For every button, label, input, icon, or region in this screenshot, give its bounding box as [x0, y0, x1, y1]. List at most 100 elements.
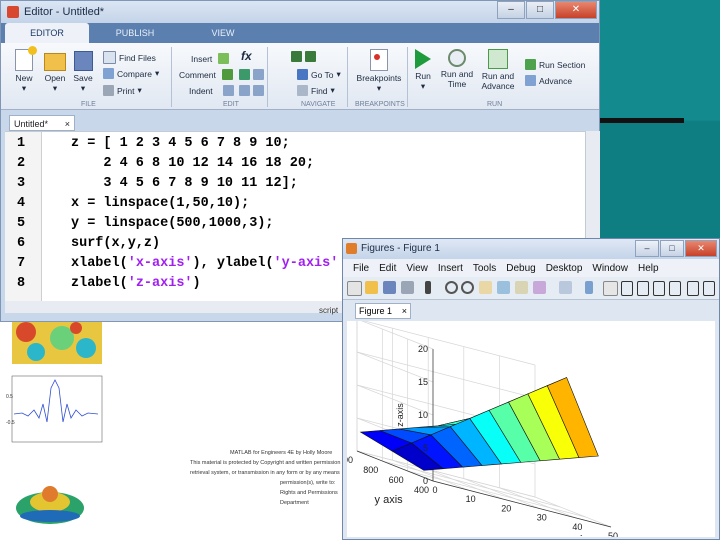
uncomment-button[interactable]	[239, 69, 267, 80]
group-divider	[267, 47, 268, 107]
layout-tile-icon[interactable]	[687, 281, 699, 296]
fx-button[interactable]: fx	[241, 49, 252, 63]
close-figure-tab-icon[interactable]: ×	[402, 304, 407, 319]
figure-titlebar[interactable]: Figures - Figure 1 – □ ✕	[343, 239, 719, 259]
code-string: 'z-axis'	[127, 276, 193, 291]
ribbon-group-labels: FILE EDIT NAVIGATE BREAKPOINTS RUN	[1, 101, 599, 111]
thumbnail-plots: 0.5 -0.5	[6, 320, 103, 524]
menu-debug[interactable]: Debug	[506, 263, 535, 274]
code-text: 2 4 6 8 10 12 14 16 18 20;	[71, 156, 314, 171]
surface-plot[interactable]: 05101520010203040504006008001000x-axisy …	[333, 318, 715, 542]
figure-maximize-button[interactable]: □	[660, 240, 684, 257]
layout-grid-icon[interactable]	[669, 281, 681, 296]
close-tab-icon[interactable]: ×	[65, 116, 70, 132]
rotate-3d-icon[interactable]	[497, 281, 510, 294]
new-figure-icon[interactable]	[347, 281, 362, 296]
find-files-button[interactable]: Find Files	[103, 51, 156, 64]
insert-button[interactable]: Insert	[191, 53, 232, 64]
figure-minimize-button[interactable]: –	[635, 240, 659, 257]
figure-app-icon	[346, 243, 357, 254]
menu-help[interactable]: Help	[638, 263, 659, 274]
figure-tab[interactable]: Figure 1 ×	[355, 303, 411, 319]
print-button[interactable]: Print ▾	[103, 85, 142, 96]
find-files-icon	[103, 51, 116, 64]
comment-icon	[221, 69, 233, 80]
dock-icon[interactable]	[703, 281, 715, 296]
tab-view[interactable]: VIEW	[181, 23, 265, 43]
new-button[interactable]: New ▾	[11, 46, 37, 94]
file-type-label: script	[319, 306, 339, 315]
layout-vertical-icon[interactable]	[653, 281, 665, 296]
navigate-arrows[interactable]	[291, 51, 319, 62]
figure-window: Figures - Figure 1 – □ ✕ File Edit View …	[333, 238, 720, 542]
link-plot-icon[interactable]	[559, 281, 572, 294]
compare-button[interactable]: Compare ▾	[103, 68, 159, 79]
data-cursor-icon[interactable]	[515, 281, 528, 294]
file-tab-untitled[interactable]: Untitled* ×	[9, 115, 75, 131]
layout-horizontal-icon[interactable]	[637, 281, 649, 296]
chevron-down-icon: ▾	[137, 85, 142, 95]
pan-icon[interactable]	[479, 281, 492, 294]
y-axis-label: y axis	[375, 494, 404, 506]
advance-button[interactable]: Advance	[525, 75, 572, 86]
zoom-out-icon[interactable]	[461, 281, 474, 294]
run-and-time-button[interactable]: Run and Time	[439, 49, 475, 89]
menu-window[interactable]: Window	[592, 263, 628, 274]
close-button[interactable]: ✕	[555, 1, 597, 19]
brush-icon[interactable]	[533, 281, 546, 294]
go-to-icon	[297, 69, 308, 80]
open-file-icon[interactable]	[365, 281, 378, 294]
indent-button[interactable]: Indent	[189, 85, 237, 96]
breakpoints-button[interactable]: Breakpoints ▾	[351, 49, 407, 94]
x-tick-label: 50	[608, 531, 618, 537]
layout-single-icon[interactable]	[621, 281, 633, 296]
figure-close-button[interactable]: ✕	[685, 240, 717, 257]
back-arrow-icon	[291, 51, 302, 62]
tab-publish[interactable]: PUBLISH	[93, 23, 177, 43]
menu-desktop[interactable]: Desktop	[546, 263, 583, 274]
menu-edit[interactable]: Edit	[379, 263, 396, 274]
x-axis-line	[432, 480, 612, 528]
legend-icon[interactable]	[603, 281, 618, 296]
print-figure-icon[interactable]	[401, 281, 414, 294]
menu-tools[interactable]: Tools	[473, 263, 496, 274]
minimize-button[interactable]: –	[497, 1, 525, 19]
find-button[interactable]: Find ▾	[297, 85, 335, 96]
edit-plot-icon[interactable]	[425, 281, 431, 294]
line-number: 7	[17, 256, 26, 271]
code-string: 'y-axis'	[273, 256, 339, 271]
new-label: New	[15, 73, 33, 83]
figure-title: Figures - Figure 1	[361, 243, 440, 254]
outdent-button[interactable]	[239, 85, 267, 96]
code-text: zlabel('z-axis')	[71, 276, 201, 291]
tab-editor[interactable]: EDITOR	[5, 23, 89, 43]
comment-button[interactable]: Comment	[179, 69, 236, 80]
save-icon	[73, 51, 93, 71]
uncomment-icon	[239, 69, 250, 80]
run-and-advance-button[interactable]: Run and Advance	[479, 49, 517, 91]
menu-view[interactable]: View	[406, 263, 428, 274]
menu-insert[interactable]: Insert	[438, 263, 463, 274]
code-segment: )	[192, 276, 201, 291]
menu-file[interactable]: File	[353, 263, 369, 274]
run-button[interactable]: Run ▾	[411, 49, 435, 92]
go-to-button[interactable]: Go To ▾	[297, 69, 341, 80]
folder-icon	[44, 53, 66, 71]
zoom-in-icon[interactable]	[445, 281, 458, 294]
run-section-button[interactable]: Run Section	[525, 59, 585, 70]
new-file-icon	[15, 46, 37, 71]
save-button[interactable]: Save ▾	[71, 49, 95, 94]
comment-label: Comment	[179, 69, 216, 80]
stopwatch-icon	[448, 49, 466, 67]
run-play-icon	[415, 49, 431, 69]
advance-icon	[525, 75, 536, 86]
breakpoints-icon	[370, 49, 388, 71]
colorbar-icon[interactable]	[585, 281, 593, 294]
find-files-label: Find Files	[119, 52, 156, 63]
code-segment: xlabel(	[71, 256, 128, 271]
find-label: Find	[311, 85, 328, 96]
save-figure-icon[interactable]	[383, 281, 396, 294]
code-segment: surf(x,y,z)	[71, 236, 161, 251]
maximize-button[interactable]: □	[526, 1, 554, 19]
open-button[interactable]: Open ▾	[41, 49, 69, 94]
